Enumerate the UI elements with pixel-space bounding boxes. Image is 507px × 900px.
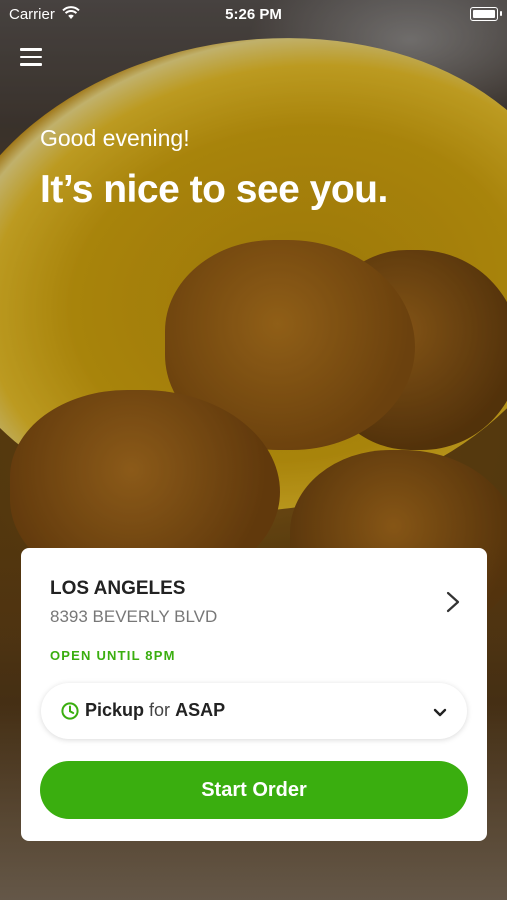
pickup-time-selector[interactable]: Pickup for ASAP bbox=[41, 683, 467, 739]
order-time: ASAP bbox=[175, 700, 226, 720]
greeting-text: Good evening! bbox=[40, 125, 190, 151]
status-bar: Carrier 5:26 PM bbox=[0, 0, 507, 28]
clock-icon bbox=[61, 702, 79, 720]
location-address[interactable]: 8393 BEVERLY BLVD bbox=[50, 607, 217, 627]
hamburger-menu-icon[interactable] bbox=[20, 48, 42, 68]
pickup-label: Pickup for ASAP bbox=[85, 700, 225, 721]
location-city[interactable]: LOS ANGELES bbox=[50, 578, 185, 600]
hours-status: OPEN UNTIL 8PM bbox=[50, 648, 176, 663]
order-mode: Pickup bbox=[85, 700, 145, 720]
battery-icon bbox=[470, 7, 498, 21]
status-time: 5:26 PM bbox=[225, 6, 282, 23]
start-order-button[interactable]: Start Order bbox=[40, 761, 468, 819]
location-card: LOS ANGELES 8393 BEVERLY BLVD OPEN UNTIL… bbox=[21, 548, 487, 841]
order-connector: for bbox=[149, 700, 171, 720]
headline-text: It’s nice to see you. bbox=[40, 168, 388, 211]
chevron-right-icon[interactable] bbox=[443, 590, 463, 614]
chevron-down-icon[interactable] bbox=[433, 705, 447, 717]
